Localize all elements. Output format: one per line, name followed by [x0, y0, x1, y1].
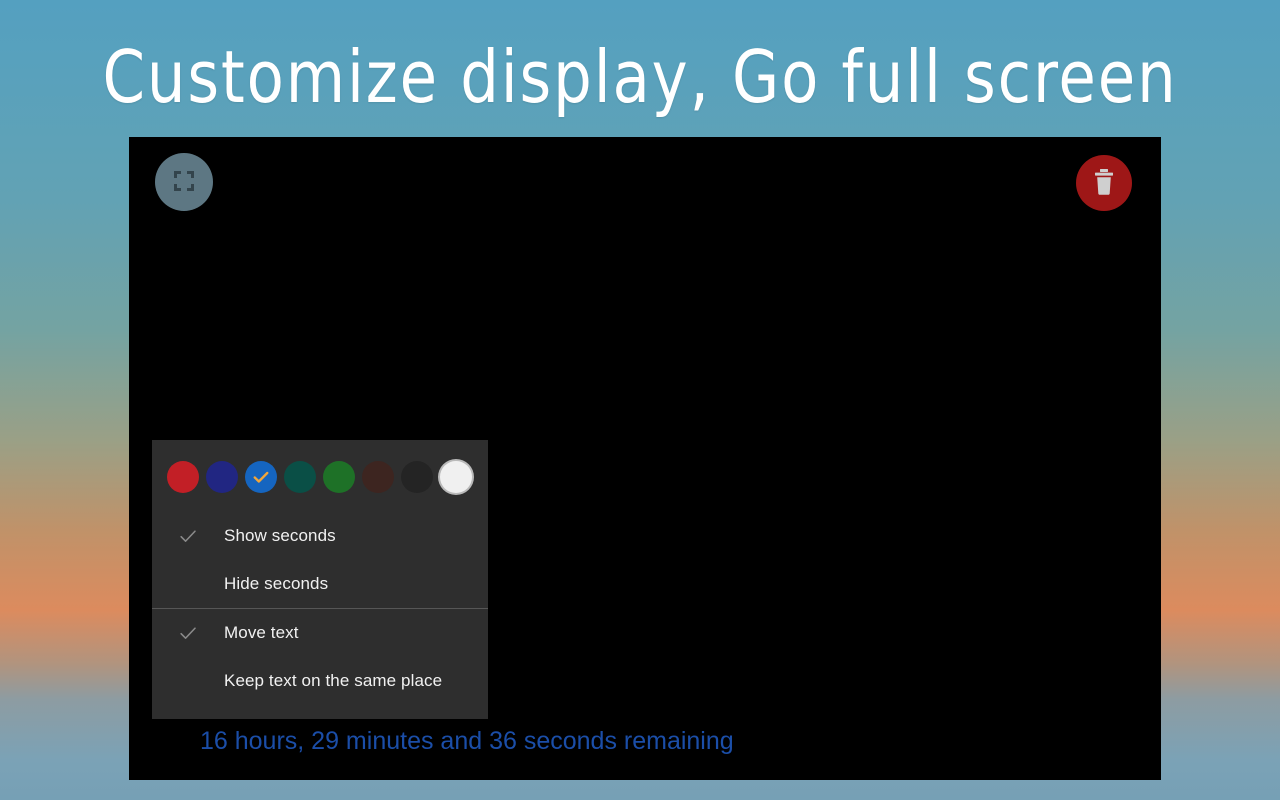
- menu-item-label: Move text: [224, 623, 299, 642]
- screenshot-root: Customize display, Go full screen 7:19 a…: [0, 0, 1280, 800]
- swatch-check-icon: [253, 471, 269, 483]
- menu-item-show-seconds[interactable]: Show seconds: [152, 512, 488, 560]
- delete-button[interactable]: [1076, 155, 1132, 211]
- color-swatch-teal[interactable]: [284, 461, 316, 493]
- menu-item-label: Show seconds: [224, 526, 336, 545]
- clock-remaining-label: 16 hours, 29 minutes and 36 seconds rema…: [200, 727, 734, 755]
- checkmark-icon: [180, 530, 196, 542]
- menu-item-hide-seconds[interactable]: Hide seconds: [152, 560, 488, 608]
- menu-item-label: Hide seconds: [224, 574, 329, 593]
- seconds-option-group: Show seconds Hide seconds: [152, 512, 488, 608]
- color-swatch-row: [152, 440, 488, 512]
- device-screen: 7:19 am 16 hours, 29 minutes and 36 seco…: [129, 137, 1161, 780]
- menu-item-keep-text-on-the-same-place[interactable]: Keep text on the same place: [152, 657, 488, 705]
- color-swatch-indigo[interactable]: [206, 461, 238, 493]
- menu-item-check-slot: [152, 622, 224, 644]
- trash-icon: [1093, 168, 1115, 198]
- context-menu: Show seconds Hide seconds Move text Keep t…: [152, 440, 488, 719]
- color-swatch-brown[interactable]: [362, 461, 394, 493]
- checkmark-icon: [180, 627, 196, 639]
- color-swatch-blue[interactable]: [245, 461, 277, 493]
- menu-item-label: Keep text on the same place: [224, 671, 443, 690]
- color-swatch-white[interactable]: [440, 461, 472, 493]
- menu-item-move-text[interactable]: Move text: [152, 609, 488, 657]
- fullscreen-button[interactable]: [155, 153, 213, 211]
- color-swatch-dark-gray[interactable]: [401, 461, 433, 493]
- menu-item-check-slot: [152, 525, 224, 547]
- color-swatch-red[interactable]: [167, 461, 199, 493]
- color-swatch-green[interactable]: [323, 461, 355, 493]
- page-title: Customize display, Go full screen: [102, 35, 1178, 119]
- fullscreen-icon: [173, 170, 195, 195]
- menu-bottom-padding: [152, 705, 488, 719]
- text-motion-option-group: Move text Keep text on the same place: [152, 609, 488, 705]
